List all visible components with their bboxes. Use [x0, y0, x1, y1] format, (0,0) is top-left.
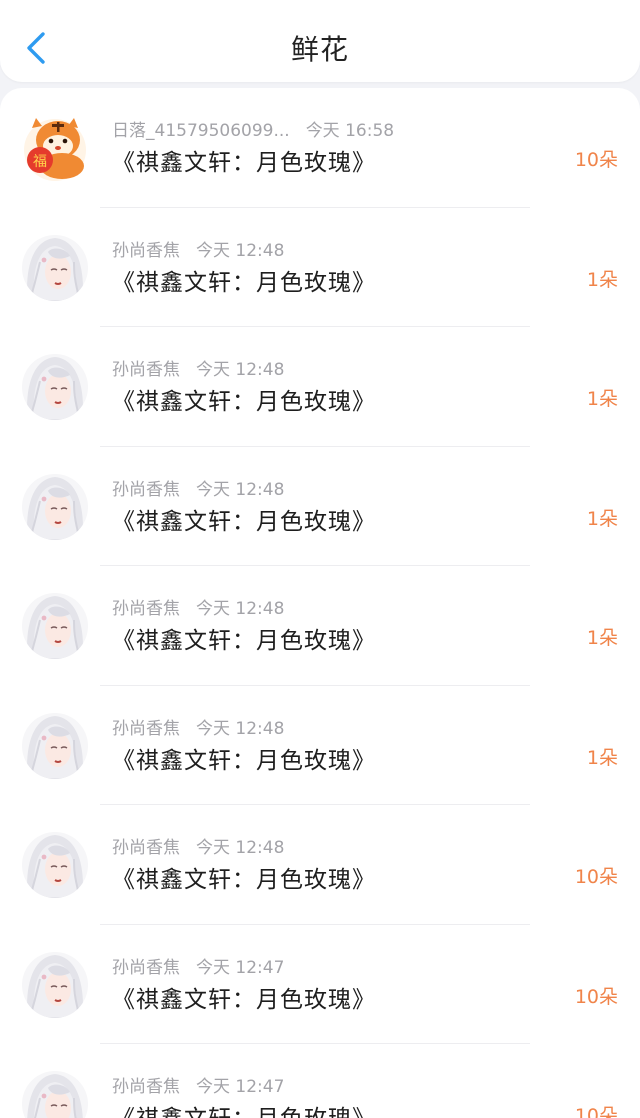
tiger-avatar[interactable]: 福: [22, 110, 88, 186]
avatar[interactable]: [22, 947, 88, 1023]
gift-list: 福 日落_41579506099... 今天 16:58 《祺鑫文轩：月色玫瑰》 10…: [0, 88, 640, 1118]
sender-name: 孙尚香焦: [112, 360, 180, 380]
sender-meta: 孙尚香焦 今天 12:48: [112, 594, 284, 619]
avatar[interactable]: [22, 349, 88, 425]
send-time: 今天 16:58: [305, 121, 395, 141]
sender-meta: 孙尚香焦 今天 12:47: [112, 953, 284, 978]
avatar[interactable]: [22, 827, 88, 903]
list-item[interactable]: 孙尚香焦 今天 12:48 《祺鑫文轩：月色玫瑰》 1朵: [0, 327, 640, 447]
list-item[interactable]: 孙尚香焦今天 12:47 《祺鑫文轩：月色玫瑰》 10朵: [0, 925, 640, 1044]
list-item[interactable]: 福 日落_41579506099... 今天 16:58 《祺鑫文轩：月色玫瑰》 10…: [0, 88, 640, 208]
sender-name: 日落_41579506099...: [112, 121, 290, 141]
send-time: 今天 12:48: [196, 838, 285, 858]
flower-count: 10朵: [574, 1105, 618, 1118]
sender-name: 孙尚香焦: [112, 1077, 180, 1097]
avatar[interactable]: [22, 708, 88, 784]
sender-name: 孙尚香焦: [112, 957, 180, 978]
avatar[interactable]: [22, 1066, 88, 1118]
flower-count: 10朵: [574, 149, 618, 171]
gift-name: 《祺鑫文轩：月色玫瑰》: [112, 628, 376, 654]
sender-name: 孙尚香焦: [112, 479, 180, 500]
sender-name: 孙尚香焦: [112, 599, 180, 619]
flower-count: 1朵: [586, 268, 618, 291]
sender-meta: 孙尚香焦 今天 12:48: [112, 833, 284, 858]
send-time: 今天 12:48: [196, 240, 285, 261]
avatar[interactable]: [22, 230, 88, 306]
list-item[interactable]: 孙尚香焦 今天 12:48 《祺鑫文轩：月色玫瑰》 1朵: [0, 447, 640, 566]
gift-name: 《祺鑫文轩：月色玫瑰》: [112, 867, 376, 893]
list-item[interactable]: 孙尚香焦 今天 12:48 《祺鑫文轩：月色玫瑰》 10朵: [0, 805, 640, 925]
sender-name: 孙尚香焦: [112, 240, 180, 261]
gift-name: 《祺鑫文轩：月色玫瑰》: [112, 150, 376, 176]
list-item[interactable]: 孙尚香焦 今天 12:48 《祺鑫文轩：月色玫瑰》 1朵: [0, 686, 640, 805]
send-time: 今天 12:47: [196, 1077, 285, 1097]
svg-text:福: 福: [33, 154, 47, 170]
flower-count: 1朵: [586, 388, 618, 410]
sender-meta: 孙尚香焦 今天 12:48: [112, 714, 284, 739]
sender-meta: 孙尚香焦 今天 12:48: [112, 475, 284, 500]
send-time: 今天 12:48: [196, 718, 285, 739]
list-item[interactable]: 孙尚香焦 今天 12:48 《祺鑫文轩：月色玫瑰》 1朵: [0, 566, 640, 686]
send-time: 今天 12:48: [196, 360, 285, 380]
flower-count: 10朵: [574, 866, 618, 888]
sender-name: 孙尚香焦: [112, 718, 180, 739]
avatar[interactable]: [22, 469, 88, 545]
page-title: 鲜花: [290, 33, 349, 66]
sender-name: 孙尚香焦: [112, 838, 180, 858]
gift-name: 《祺鑫文轩：月色玫瑰》: [112, 747, 376, 774]
send-time: 今天 12:48: [196, 479, 285, 500]
gift-name: 《祺鑫文轩：月色玫瑰》: [112, 1099, 376, 1118]
flower-count: 10朵: [574, 985, 618, 1008]
flower-count: 1朵: [586, 627, 618, 649]
gift-name: 《祺鑫文轩：月色玫瑰》: [112, 508, 376, 535]
gift-name: 《祺鑫文轩：月色玫瑰》: [112, 389, 376, 415]
send-time: 今天 12:47: [196, 957, 285, 978]
send-time: 今天 12:48: [196, 599, 285, 619]
list-item[interactable]: 孙尚香焦 今天 12:48 《祺鑫文轩：月色玫瑰》 1朵: [0, 208, 640, 327]
avatar[interactable]: [22, 588, 88, 664]
gift-name: 《祺鑫文轩：月色玫瑰》: [112, 986, 376, 1013]
gift-name: 《祺鑫文轩：月色玫瑰》: [112, 269, 376, 296]
sender-meta: 日落_41579506099... 今天 16:58: [112, 116, 394, 141]
sender-meta: 孙尚香焦 今天 12:47: [112, 1072, 284, 1097]
sender-meta: 孙尚香焦 今天 12:48: [112, 236, 284, 261]
top-bar: 鲜花: [0, 0, 640, 82]
flower-count: 1朵: [586, 507, 618, 530]
sender-meta: 孙尚香焦 今天 12:48: [112, 355, 284, 380]
flower-count: 1朵: [586, 746, 618, 769]
